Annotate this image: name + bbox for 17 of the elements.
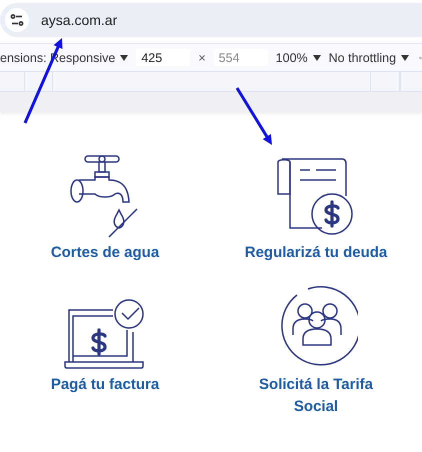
throttling-dropdown[interactable]: No throttling [328, 50, 410, 64]
card-link[interactable]: Solicitá la Tarifa Social [236, 374, 396, 418]
card-link[interactable]: Cortes de agua [50, 242, 160, 264]
laptop-payment-icon [63, 298, 147, 370]
caret-icon [401, 54, 410, 60]
annotation-arrow [236, 87, 272, 145]
url-text: aysa.com.ar [41, 12, 118, 28]
caret-icon [120, 54, 128, 60]
card-link[interactable]: Regularizá tu deuda [244, 242, 388, 264]
caret-icon [312, 54, 321, 60]
site-settings-icon[interactable] [5, 8, 29, 32]
width-field[interactable]: 425 [136, 49, 190, 66]
card-link[interactable]: Pagá tu factura [50, 374, 160, 396]
address-bar[interactable]: aysa.com.ar [0, 3, 422, 37]
height-field[interactable]: 554 [214, 49, 268, 66]
zoom-dropdown[interactable]: 100% [276, 50, 321, 64]
times-sign: × [198, 50, 206, 64]
